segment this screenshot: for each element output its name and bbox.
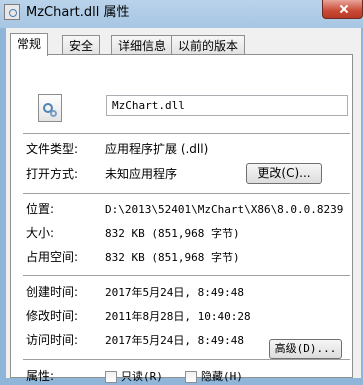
readonly-checkbox[interactable] <box>105 371 117 383</box>
accessed-value: 2017年5月24日, 8:49:48 <box>105 334 244 347</box>
divider <box>23 275 350 276</box>
size-on-disk-label: 占用空间: <box>26 250 79 264</box>
size-on-disk-value: 832 KB (851,968 字节) <box>105 251 240 264</box>
file-name-input[interactable]: MzChart.dll <box>106 95 348 116</box>
accessed-label: 访问时间: <box>26 333 79 347</box>
divider <box>23 193 350 194</box>
divider <box>23 359 350 360</box>
divider <box>23 133 350 134</box>
readonly-label[interactable]: 只读(R) <box>121 369 163 385</box>
close-button[interactable] <box>322 0 363 19</box>
size-label: 大小: <box>26 226 55 240</box>
created-label: 创建时间: <box>26 285 79 299</box>
properties-dialog: 常规 安全 详细信息 以前的版本 MzChart.dll 文件类型: 应用程序扩… <box>6 28 361 383</box>
open-with-label: 打开方式: <box>26 167 79 181</box>
size-value: 832 KB (851,968 字节) <box>105 227 240 240</box>
tab-security[interactable]: 安全 <box>62 35 101 55</box>
tab-details[interactable]: 详细信息 <box>111 35 174 55</box>
title-bar: MzChart.dll 属性 <box>0 0 363 28</box>
window-title: MzChart.dll 属性 <box>26 5 130 20</box>
hidden-label[interactable]: 隐藏(H) <box>201 369 243 385</box>
open-with-value: 未知应用程序 <box>105 167 178 181</box>
advanced-button[interactable]: 高级(D)... <box>269 339 342 359</box>
file-type-label: 文件类型: <box>26 142 79 156</box>
tab-general[interactable]: 常规 <box>10 33 49 56</box>
modified-value: 2011年8月28日, 10:40:28 <box>105 310 251 323</box>
file-type-value: 应用程序扩展 (.dll) <box>105 142 209 156</box>
location-value: D:\2013\52401\MzChart\X86\8.0.0.8239 <box>105 203 344 216</box>
change-button[interactable]: 更改(C)... <box>246 163 322 184</box>
created-value: 2017年5月24日, 8:49:48 <box>105 286 244 299</box>
dll-file-icon <box>38 94 62 122</box>
attributes-label: 属性: <box>26 369 55 383</box>
location-label: 位置: <box>26 202 55 216</box>
tab-previous-versions[interactable]: 以前的版本 <box>171 35 246 55</box>
dll-file-icon <box>4 4 20 20</box>
general-panel: MzChart.dll 文件类型: 应用程序扩展 (.dll) 打开方式: 未知… <box>10 54 353 383</box>
modified-label: 修改时间: <box>26 309 79 323</box>
hidden-checkbox[interactable] <box>185 371 197 383</box>
